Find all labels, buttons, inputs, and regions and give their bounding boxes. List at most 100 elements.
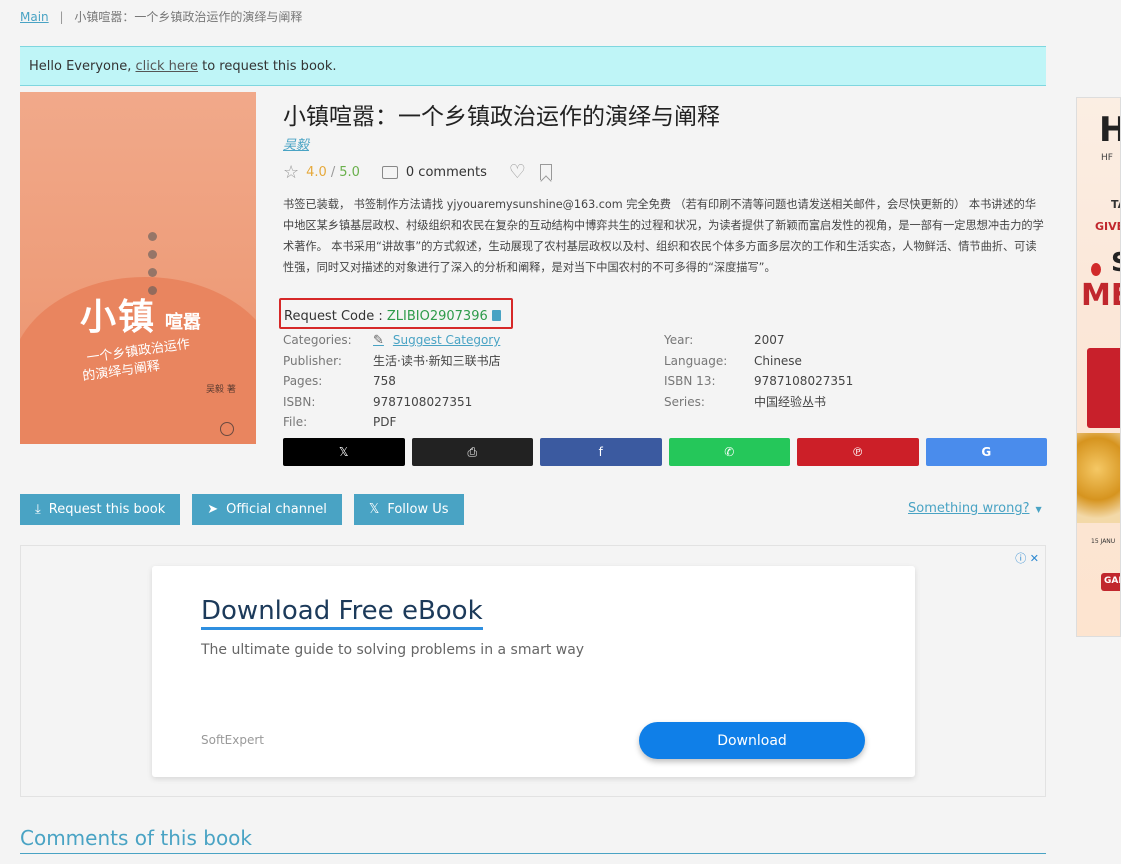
request-code: Request Code : ZLIBIO2907396 — [279, 298, 513, 329]
side-ad-h: H — [1099, 110, 1120, 150]
cover-dots — [148, 232, 157, 295]
rating-row: ☆ 4.0 / 5.0 0 comments ♡ — [283, 161, 552, 183]
comments-count[interactable]: 0 comments — [406, 165, 487, 180]
banner-click-here-link[interactable]: click here — [135, 59, 197, 74]
print-button[interactable]: ⎙ — [411, 438, 533, 466]
detail-value: 生活·读书·新知三联书店 — [373, 354, 501, 369]
share-x-button[interactable]: 𝕏 — [283, 438, 405, 466]
ad-card[interactable]: Download Free eBook The ultimate guide t… — [152, 566, 915, 777]
banner-suffix: to request this book. — [197, 59, 337, 74]
detail-value: Chinese — [754, 353, 802, 368]
side-ad-ta: TA — [1111, 198, 1120, 211]
detail-key: Series: — [664, 394, 705, 409]
side-ad-s: S — [1111, 248, 1120, 278]
comment-icon[interactable] — [381, 165, 398, 179]
side-ad-banner[interactable]: H HF TA GIVE S ME 15 JANU GAB — [1076, 97, 1121, 637]
book-title: 小镇喧嚣：一个乡镇政治运作的演绎与阐释 — [283, 104, 720, 130]
breadcrumb-current: 小镇喧嚣：一个乡镇政治运作的演绎与阐释 — [74, 10, 303, 24]
details-left: Categories: ✎ Suggest Category Publisher:… — [283, 330, 501, 433]
something-wrong-dropdown[interactable]: Something wrong? ▼ — [908, 501, 1042, 516]
download-icon: ⤓ — [35, 502, 41, 517]
suggest-category-label: Suggest Category — [392, 333, 501, 348]
detail-row-isbn13: ISBN 13: 9787108027351 — [664, 371, 853, 392]
request-code-value: ZLIBIO2907396 — [386, 309, 488, 324]
cover-author: 吴毅 著 — [206, 385, 236, 395]
share-google-button[interactable]: G — [925, 438, 1047, 466]
detail-key: Pages: — [283, 374, 323, 389]
detail-key: Publisher: — [283, 353, 342, 368]
print-icon: ⎙ — [467, 444, 478, 459]
ad-frame: ⓘ ✕ Download Free eBook The ultimate gui… — [20, 545, 1046, 797]
rating-max: 5.0 — [339, 164, 360, 180]
detail-key: File: — [283, 415, 308, 430]
detail-key: ISBN 13: — [664, 374, 716, 389]
suggest-category-link[interactable]: ✎ Suggest Category — [373, 333, 500, 348]
copy-clipboard-icon[interactable] — [491, 310, 501, 321]
detail-row-publisher: Publisher: 生活·读书·新知三联书店 — [283, 351, 501, 372]
breadcrumb: Main | 小镇喧嚣：一个乡镇政治运作的演绎与阐释 — [20, 8, 302, 25]
ad-title[interactable]: Download Free eBook — [201, 596, 483, 630]
follow-us-button[interactable]: 𝕏 Follow Us — [353, 494, 464, 525]
request-book-button[interactable]: ⤓ Request this book — [20, 494, 181, 525]
detail-value: 中国经验丛书 — [754, 395, 827, 410]
share-buttons: 𝕏 ⎙ f ✆ ℗ G — [283, 438, 1047, 466]
breadcrumb-separator: | — [59, 10, 64, 24]
ad-download-button[interactable]: Download — [639, 722, 865, 759]
pinterest-icon: ℗ — [851, 445, 864, 459]
side-ad-give: GIVE — [1095, 220, 1120, 233]
detail-value: 9787108027351 — [754, 374, 854, 389]
detail-key: Categories: — [283, 333, 352, 348]
detail-value: PDF — [373, 415, 397, 430]
x-icon: 𝕏 — [338, 445, 349, 459]
pencil-icon: ✎ — [373, 332, 384, 348]
star-icon[interactable]: ☆ — [283, 162, 299, 183]
detail-value: 2007 — [754, 333, 785, 348]
cover-small-title: 喧嚣 — [165, 312, 201, 333]
breadcrumb-main-link[interactable]: Main — [20, 10, 49, 24]
share-facebook-button[interactable]: f — [540, 438, 662, 466]
detail-key: ISBN: — [283, 394, 316, 409]
share-whatsapp-button[interactable]: ✆ — [668, 438, 790, 466]
heart-icon[interactable]: ♡ — [509, 161, 526, 183]
x-icon: 𝕏 — [368, 502, 380, 517]
side-ad-gold-dragon — [1077, 433, 1120, 523]
side-ad-me: ME — [1081, 278, 1120, 313]
detail-row-categories: Categories: ✎ Suggest Category — [283, 330, 501, 351]
details-right: Year: 2007 Language: Chinese ISBN 13: 97… — [664, 330, 853, 412]
lantern-icon — [1091, 263, 1101, 276]
book-cover-image: 小镇 喧嚣 一个乡镇政治运作 的演绎与阐释 吴毅 著 — [20, 92, 256, 444]
send-icon: ➤ — [207, 502, 219, 517]
detail-row-year: Year: 2007 — [664, 330, 853, 351]
detail-value: 9787108027351 — [373, 394, 473, 409]
google-icon: G — [981, 445, 992, 459]
request-banner: Hello Everyone, click here to request th… — [20, 46, 1046, 86]
side-ad-gab: GAB — [1101, 573, 1120, 591]
comments-heading: Comments of this book — [20, 826, 1046, 854]
banner-prefix: Hello Everyone, — [29, 59, 136, 74]
side-ad-hf: HF — [1101, 153, 1113, 163]
rating-value: 4.0 — [306, 164, 327, 180]
side-ad-date: 15 JANU — [1091, 538, 1116, 545]
detail-row-language: Language: Chinese — [664, 351, 853, 372]
official-channel-button[interactable]: ➤ Official channel — [192, 494, 342, 525]
facebook-icon: f — [598, 445, 603, 459]
caret-down-icon: ▼ — [1035, 505, 1042, 514]
share-pinterest-button[interactable]: ℗ — [797, 438, 919, 466]
bookmark-icon[interactable] — [539, 164, 552, 180]
publisher-seal-icon — [220, 422, 234, 436]
author-link[interactable]: 吴毅 — [283, 134, 309, 153]
detail-key: Year: — [664, 333, 694, 348]
request-book-label: Request this book — [48, 502, 166, 517]
ad-brand: SoftExpert — [201, 733, 264, 747]
whatsapp-icon: ✆ — [724, 445, 735, 459]
follow-us-label: Follow Us — [387, 502, 449, 517]
rating-separator: / — [330, 164, 336, 180]
detail-row-pages: Pages: 758 — [283, 371, 501, 392]
side-ad-red-box — [1087, 348, 1120, 428]
detail-row-series: Series: 中国经验丛书 — [664, 392, 853, 413]
action-buttons: ⤓ Request this book ➤ Official channel 𝕏… — [20, 494, 476, 525]
ad-info-close-icon[interactable]: ⓘ ✕ — [1015, 550, 1039, 566]
something-wrong-label: Something wrong? — [908, 501, 1030, 516]
detail-row-isbn: ISBN: 9787108027351 — [283, 392, 501, 413]
detail-value: 758 — [373, 374, 396, 389]
